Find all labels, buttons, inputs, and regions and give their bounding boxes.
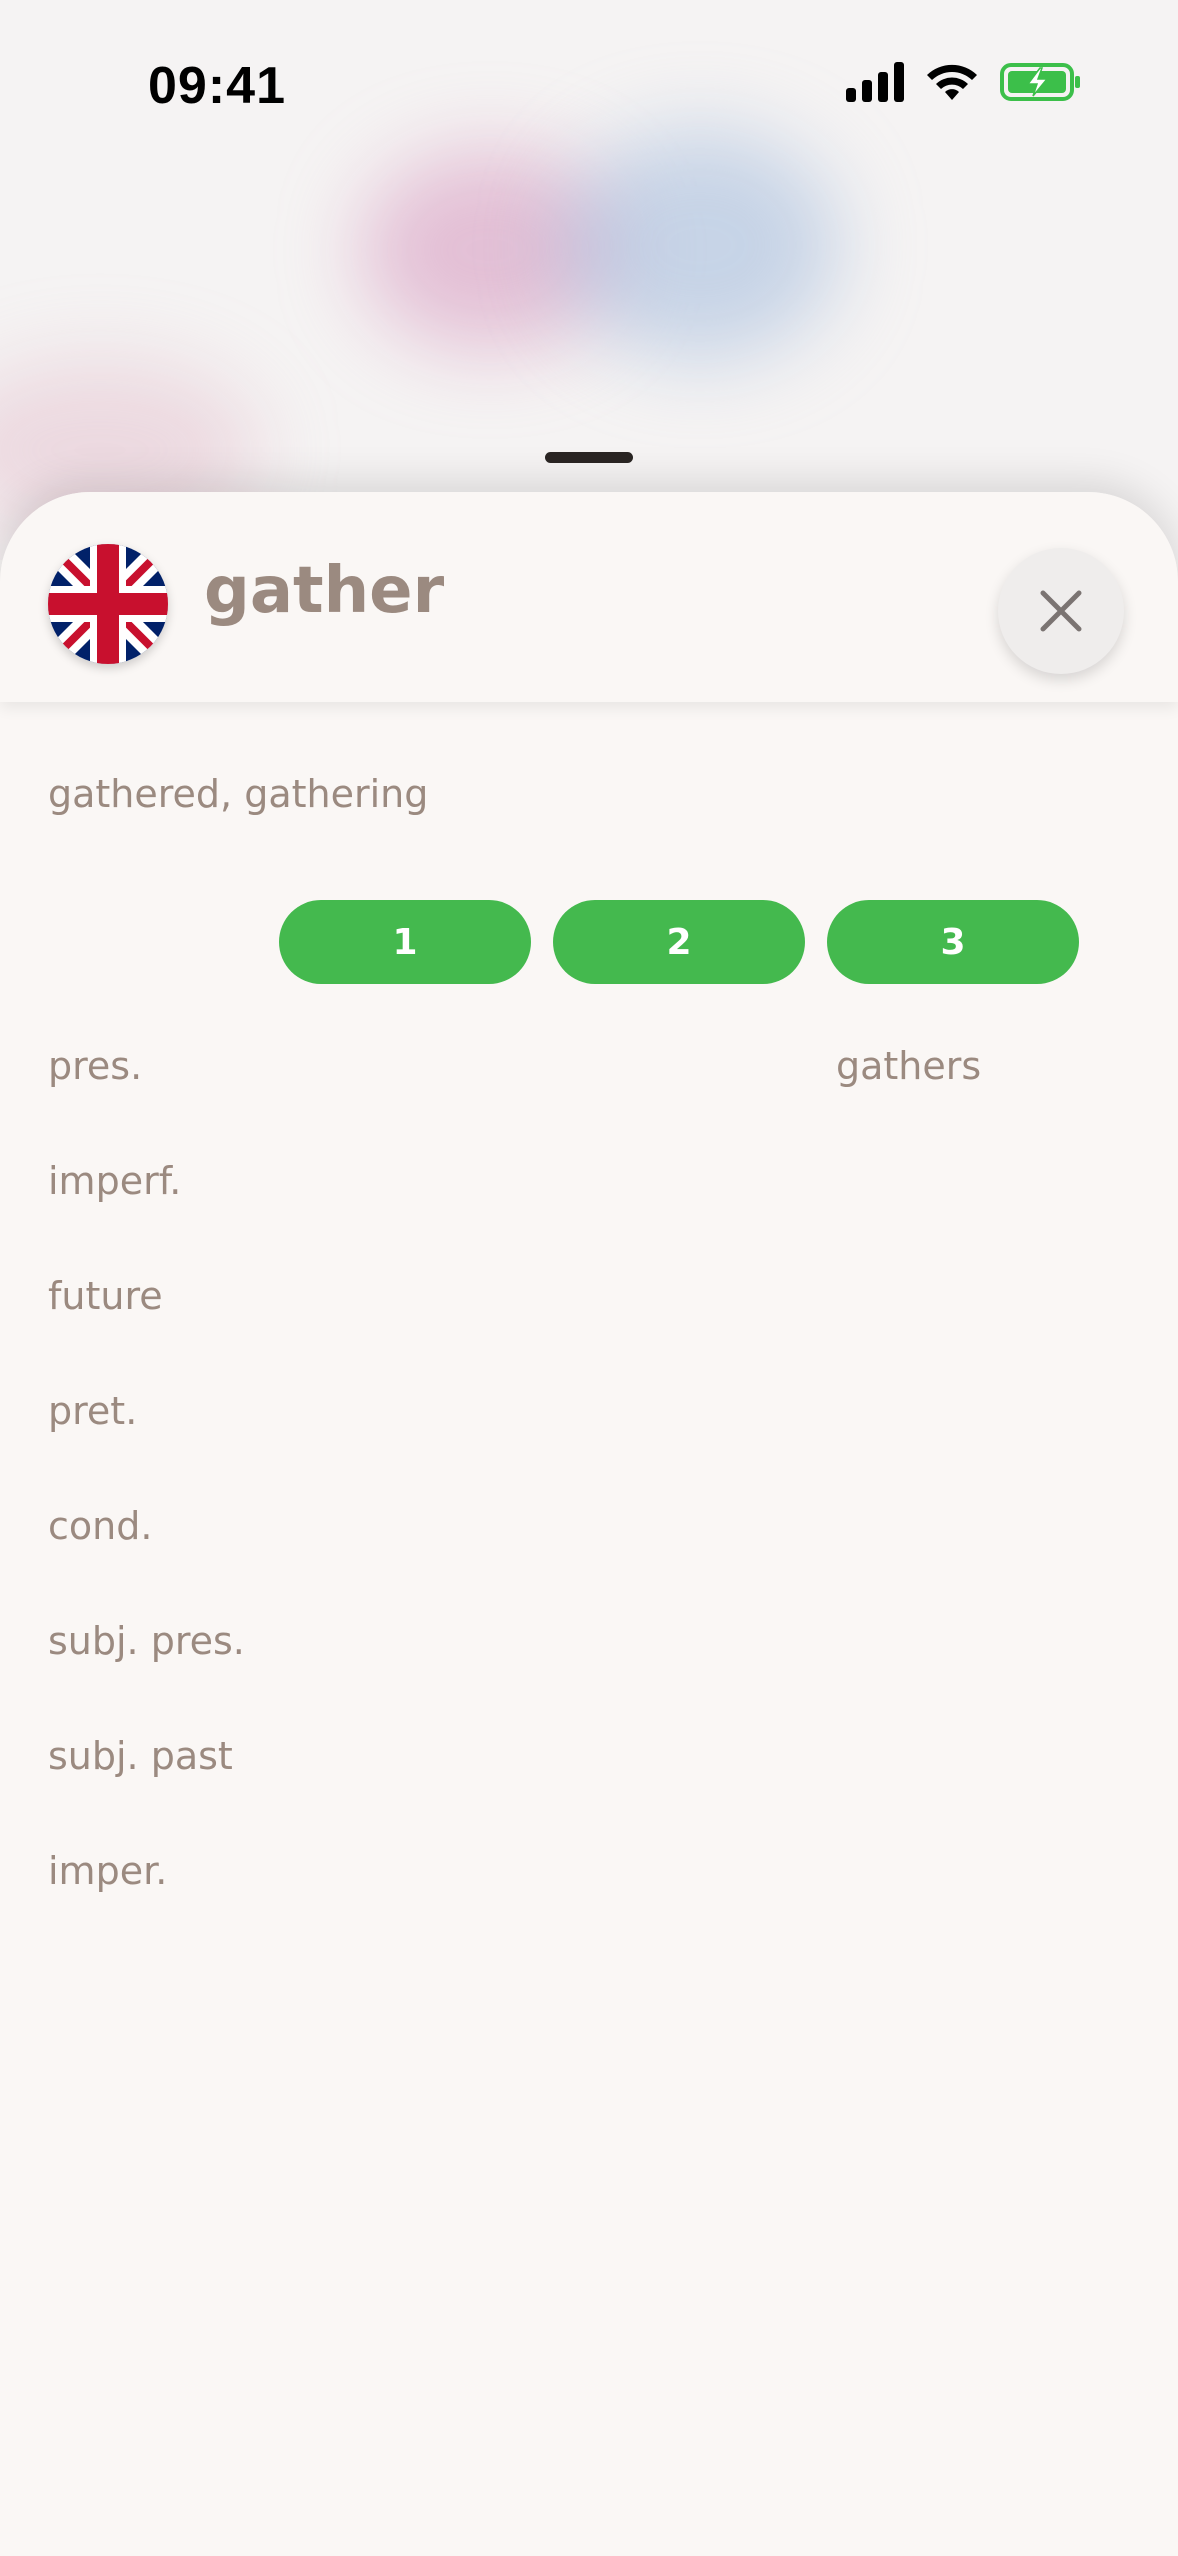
person-tab-label: 3 — [940, 921, 966, 963]
person-tab-label: 2 — [666, 921, 692, 963]
tense-label: imper. — [48, 1849, 168, 1893]
tense-label: future — [48, 1274, 163, 1318]
screen: 09:41 gather gathered, gathering 1 2 3 p… — [0, 0, 1178, 2556]
tense-row-preterite: pret. — [0, 1389, 1178, 1449]
battery-charging-icon — [1000, 63, 1080, 101]
person-tab-1[interactable]: 1 — [279, 900, 531, 984]
person-tabs: 1 2 3 — [0, 900, 1178, 984]
tense-label: pres. — [48, 1044, 143, 1088]
tense-row-conditional: cond. — [0, 1504, 1178, 1564]
close-icon — [1040, 590, 1082, 632]
tense-row-present: pres. gathers — [0, 1044, 1178, 1104]
verb-title: gather — [204, 554, 445, 628]
person-tab-2[interactable]: 2 — [553, 900, 805, 984]
tense-label: imperf. — [48, 1159, 182, 1203]
status-bar: 09:41 — [0, 0, 1178, 170]
sheet-grabber[interactable] — [545, 452, 633, 463]
signal-icon — [846, 62, 904, 102]
tense-value: gathers — [836, 1044, 982, 1088]
tense-label: pret. — [48, 1389, 138, 1433]
tense-label: cond. — [48, 1504, 153, 1548]
sheet-header: gather — [0, 492, 1178, 702]
tense-row-imperative: imper. — [0, 1849, 1178, 1909]
tense-row-subjunctive-present: subj. pres. — [0, 1619, 1178, 1679]
tense-row-future: future — [0, 1274, 1178, 1334]
tense-row-imperfect: imperf. — [0, 1159, 1178, 1219]
tense-label: subj. past — [48, 1734, 233, 1778]
status-time: 09:41 — [148, 57, 286, 115]
person-tab-3[interactable]: 3 — [827, 900, 1079, 984]
person-tab-label: 1 — [392, 921, 418, 963]
close-button[interactable] — [998, 548, 1124, 674]
uk-flag-icon — [48, 544, 168, 664]
status-icons — [846, 62, 1082, 102]
verb-forms: gathered, gathering — [48, 772, 429, 816]
conjugation-sheet: gather gathered, gathering 1 2 3 pres. g… — [0, 492, 1178, 2556]
wifi-icon — [927, 64, 977, 100]
tense-row-subjunctive-past: subj. past — [0, 1734, 1178, 1794]
tense-label: subj. pres. — [48, 1619, 245, 1663]
